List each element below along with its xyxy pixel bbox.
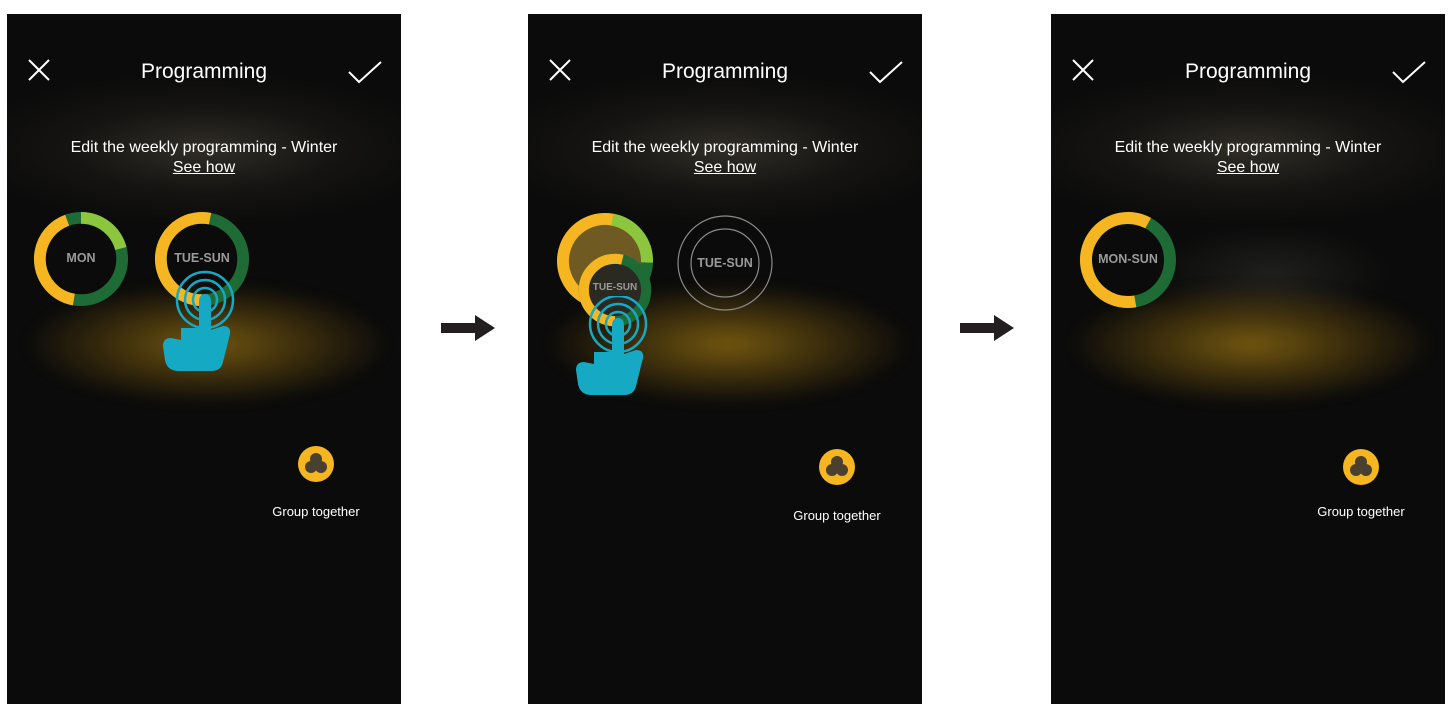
day-label: TUE-SUN — [174, 251, 230, 265]
day-label: MON-SUN — [1098, 252, 1158, 266]
subtitle: Edit the weekly programming - Winter — [1114, 139, 1382, 156]
group-together-label: Group together — [793, 508, 881, 523]
group-together-label: Group together — [272, 504, 360, 519]
group-together-button[interactable] — [819, 449, 855, 485]
day-group-ring[interactable]: MON-SUN — [1078, 210, 1178, 310]
phone-screen-2: Programming Edit the weekly programming … — [528, 14, 922, 704]
page-title: Programming — [661, 60, 789, 83]
check-icon[interactable] — [868, 60, 904, 84]
page-title: Programming — [1184, 60, 1312, 83]
subtitle-block: Edit the weekly programming - Winter See… — [7, 138, 401, 177]
subtitle-block: Edit the weekly programming - Winter See… — [1051, 138, 1445, 177]
day-label: TUE-SUN — [697, 256, 753, 270]
subtitle-block: Edit the weekly programming - Winter See… — [528, 138, 922, 177]
arrow-right-icon — [960, 315, 1014, 341]
see-how-link[interactable]: See how — [694, 158, 756, 177]
see-how-link[interactable]: See how — [1217, 158, 1279, 177]
group-circles-icon — [826, 456, 848, 476]
touch-hand-icon — [163, 270, 235, 371]
group-circles-icon — [1350, 456, 1372, 476]
subtitle: Edit the weekly programming - Winter — [70, 139, 338, 156]
subtitle: Edit the weekly programming - Winter — [591, 139, 859, 156]
check-icon[interactable] — [1391, 60, 1427, 84]
see-how-link[interactable]: See how — [173, 158, 235, 177]
phone-screen-1: Programming Edit the weekly programming … — [7, 14, 401, 704]
day-group-ring-ghost: TUE-SUN — [675, 213, 775, 313]
day-label: MON — [66, 251, 96, 265]
check-icon[interactable] — [347, 60, 383, 84]
touch-hand-icon — [576, 296, 648, 395]
group-circles-icon — [305, 453, 327, 473]
group-together-label: Group together — [1317, 504, 1405, 519]
page-title: Programming — [140, 60, 268, 83]
day-label: TUE-SUN — [592, 282, 638, 293]
group-together-button[interactable] — [1343, 449, 1379, 485]
group-together-button[interactable] — [298, 446, 334, 482]
phone-screen-3: Programming Edit the weekly programming … — [1051, 14, 1445, 704]
day-group-ring[interactable]: MON — [32, 210, 130, 308]
arrow-right-icon — [441, 315, 495, 341]
